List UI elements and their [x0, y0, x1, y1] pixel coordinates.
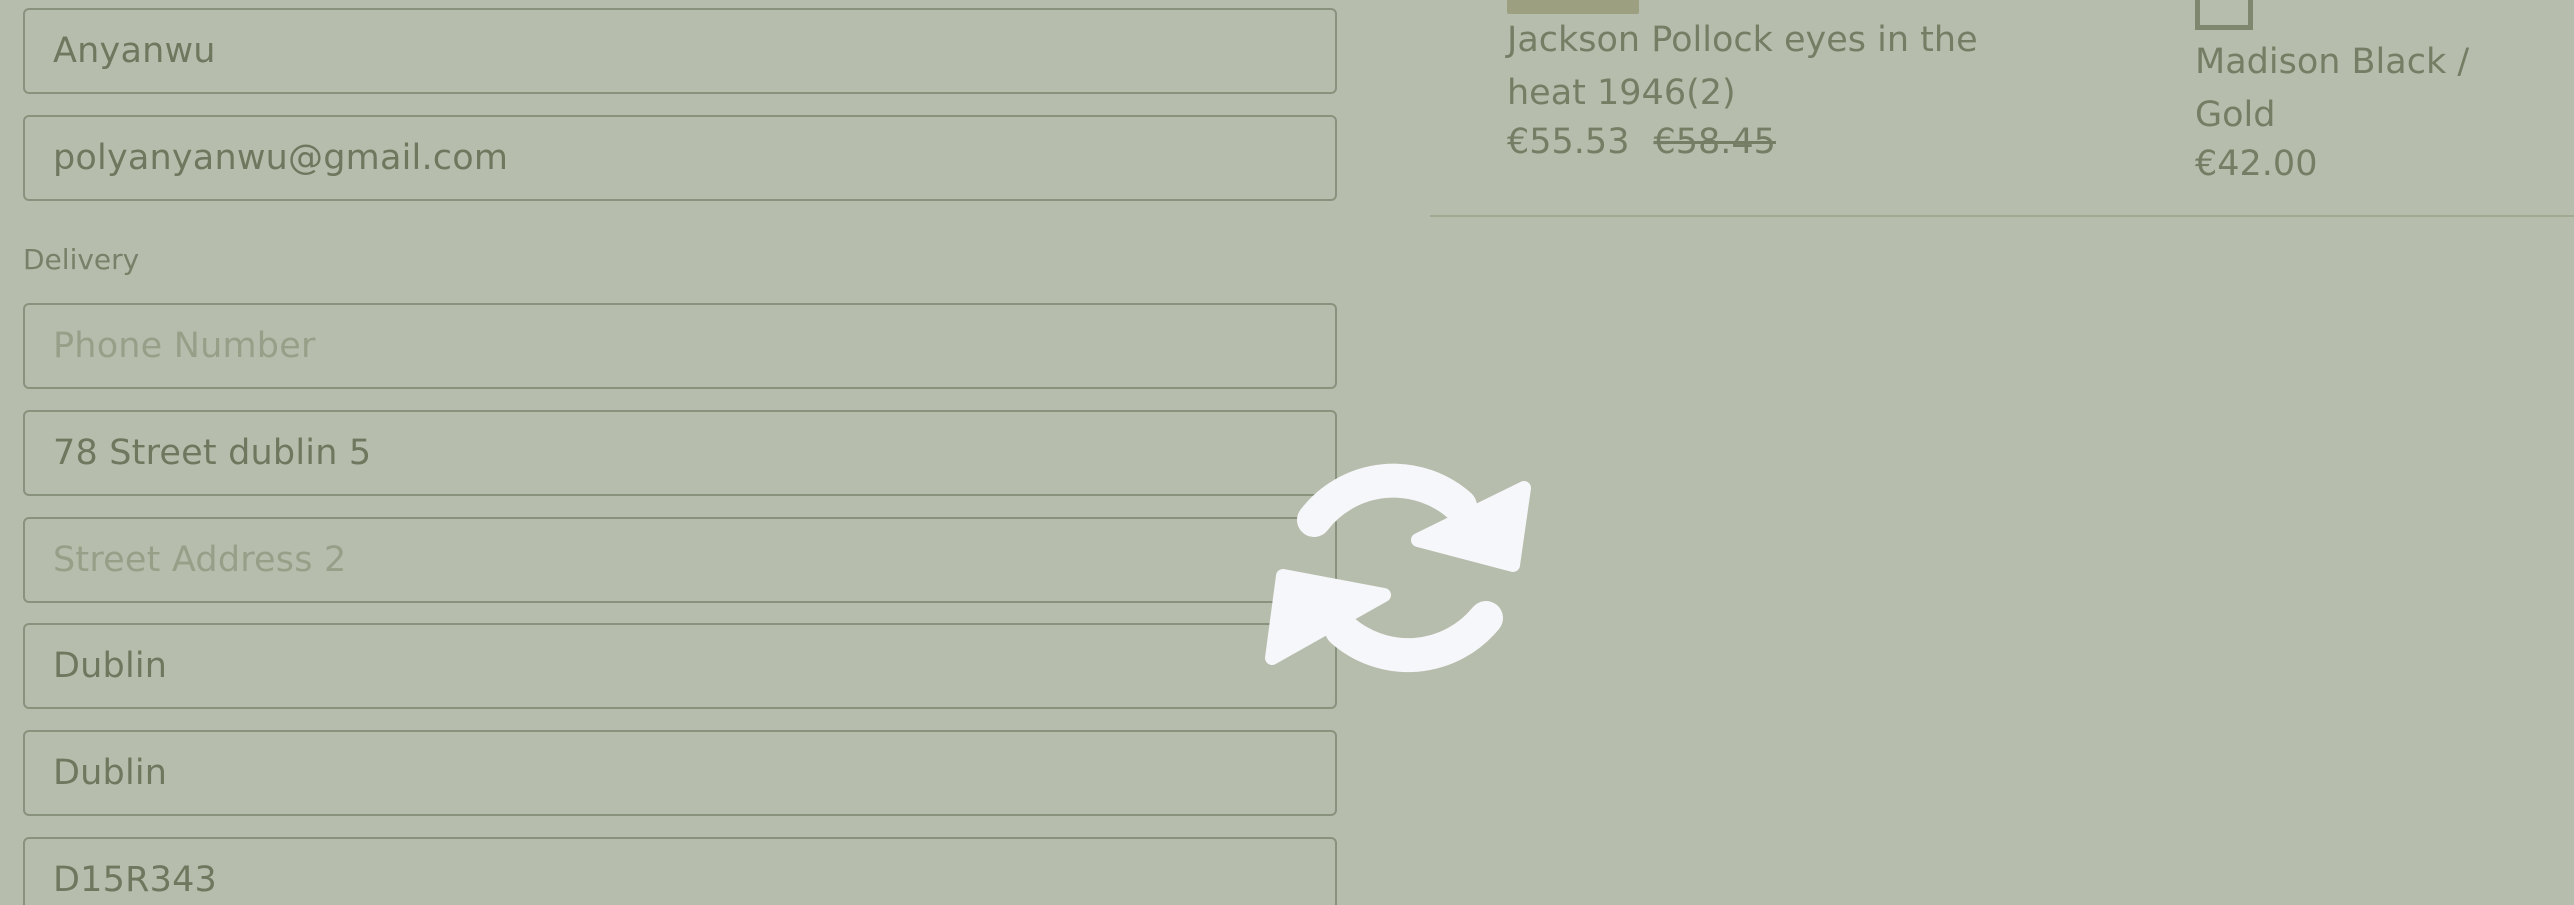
- checkout-page: Anyanwu polyanyanwu@gmail.com Delivery P…: [0, 0, 2574, 905]
- sync-icon: [1265, 463, 1531, 673]
- loading-overlay: [0, 0, 2574, 905]
